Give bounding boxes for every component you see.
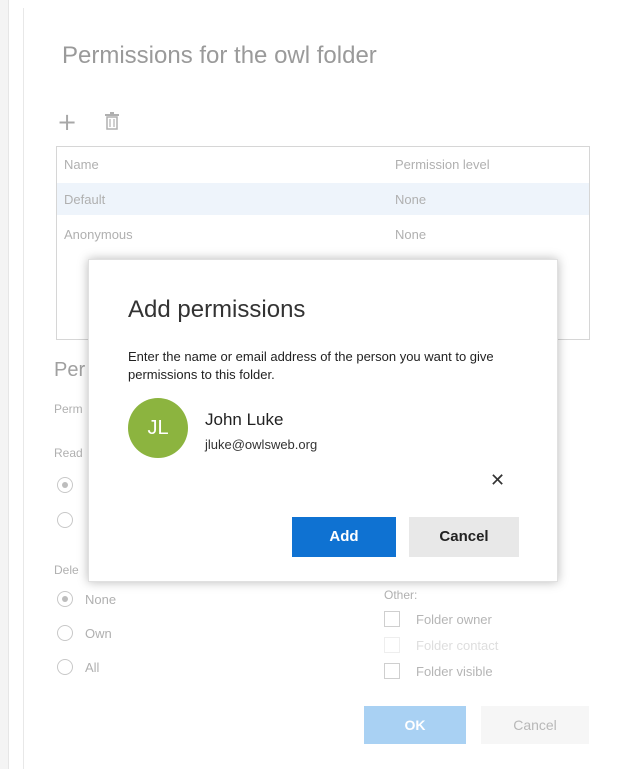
delete-own-radio[interactable]: [57, 625, 73, 641]
folder-visible-checkbox[interactable]: [384, 663, 400, 679]
panel-cancel-button[interactable]: Cancel: [481, 706, 589, 744]
folder-owner-checkbox[interactable]: [384, 611, 400, 627]
left-page-edge: [0, 0, 9, 769]
cancel-button[interactable]: Cancel: [409, 517, 519, 557]
delete-none-radio[interactable]: [57, 591, 73, 607]
add-button[interactable]: Add: [292, 517, 396, 557]
panel-title: Permissions for the owl folder: [62, 42, 377, 69]
ok-button[interactable]: OK: [364, 706, 466, 744]
read-radio-2[interactable]: [57, 512, 73, 528]
dialog-title: Add permissions: [128, 296, 306, 323]
row-name[interactable]: Anonymous: [64, 227, 133, 242]
person-email: jluke@owlsweb.org: [205, 437, 318, 452]
row-name: Default: [64, 192, 106, 207]
person-name: John Luke: [205, 410, 284, 429]
read-radio-1[interactable]: [57, 477, 73, 493]
read-label: Read: [54, 446, 83, 460]
folder-contact-checkbox[interactable]: [384, 637, 400, 653]
trash-icon[interactable]: [104, 112, 120, 130]
add-permissions-dialog: Add permissions Enter the name or email …: [88, 259, 558, 582]
delete-label: Dele: [54, 563, 79, 577]
permissions-section-heading: Per: [54, 359, 86, 381]
dialog-description: Enter the name or email address of the p…: [128, 349, 494, 382]
table-row[interactable]: [57, 183, 589, 215]
folder-visible-label: Folder visible: [416, 664, 493, 679]
column-header-permission-level[interactable]: Permission level: [395, 157, 490, 172]
delete-all-label: All: [85, 660, 100, 675]
plus-icon[interactable]: +: [57, 110, 77, 134]
folder-owner-label: Folder owner: [416, 612, 492, 627]
row-level: None: [395, 227, 427, 242]
close-icon[interactable]: ✕: [490, 472, 505, 490]
delete-own-label: Own: [85, 626, 112, 641]
delete-none-label: None: [85, 592, 117, 607]
other-label: Other:: [384, 588, 418, 602]
permission-label: Perm: [54, 402, 83, 416]
column-header-name[interactable]: Name: [64, 157, 99, 172]
avatar: JL: [128, 398, 188, 458]
row-level: None: [395, 192, 427, 207]
delete-all-radio[interactable]: [57, 659, 73, 675]
folder-contact-label: Folder contact: [416, 638, 499, 653]
